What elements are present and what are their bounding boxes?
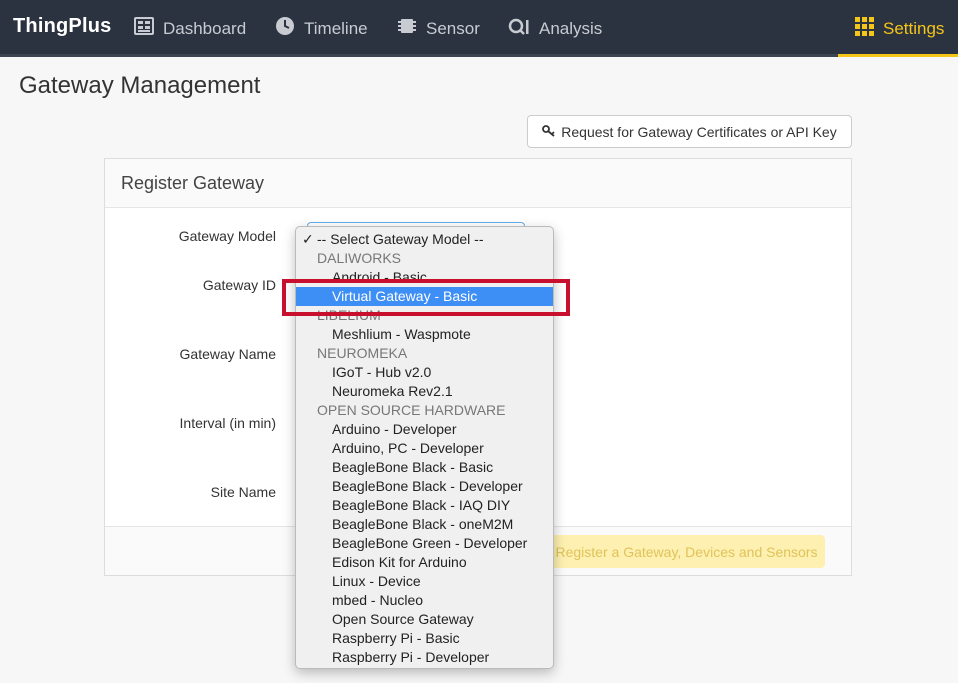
panel-title: Register Gateway	[105, 159, 851, 208]
dropdown-option[interactable]: BeagleBone Black - Developer	[296, 477, 553, 496]
option-label: Meshlium - Waspmote	[332, 326, 471, 342]
dropdown-option[interactable]: mbed - Nucleo	[296, 591, 553, 610]
option-label: Neuromeka Rev2.1	[332, 383, 453, 399]
site-name-label: Site Name	[210, 484, 276, 500]
interval-label: Interval (in min)	[179, 415, 276, 431]
dropdown-option[interactable]: Arduino, PC - Developer	[296, 439, 553, 458]
page-title: Gateway Management	[19, 72, 261, 99]
option-label: Raspberry Pi - Basic	[332, 630, 460, 646]
option-label: BeagleBone Black - IAQ DIY	[332, 497, 511, 513]
nav-label-timeline: Timeline	[304, 18, 368, 38]
option-label: IGoT - Hub v2.0	[332, 364, 432, 380]
option-label: BeagleBone Black - Developer	[332, 478, 523, 494]
dropdown-group-header: DALIWORKS	[296, 249, 553, 268]
option-label: Edison Kit for Arduino	[332, 554, 467, 570]
option-label: -- Select Gateway Model --	[317, 231, 484, 247]
dropdown-option[interactable]: Arduino - Developer	[296, 420, 553, 439]
option-label: BeagleBone Black - oneM2M	[332, 516, 514, 532]
nav-item-analysis[interactable]: Analysis	[508, 0, 602, 57]
analysis-icon	[508, 17, 530, 40]
brand-logo[interactable]: ThingPlus	[13, 15, 111, 38]
nav-item-timeline[interactable]: Timeline	[275, 0, 368, 57]
gateway-model-label: Gateway Model	[178, 228, 276, 244]
settings-active-indicator	[838, 54, 958, 57]
dropdown-option[interactable]: Open Source Gateway	[296, 610, 553, 629]
option-label: DALIWORKS	[317, 250, 402, 266]
request-certificates-button[interactable]: Request for Gateway Certificates or API …	[527, 115, 852, 148]
option-label: NEUROMEKA	[317, 345, 408, 361]
highlight-annotation	[282, 279, 570, 316]
checkmark-icon: ✓	[302, 231, 314, 247]
dropdown-group-header: NEUROMEKA	[296, 344, 553, 363]
option-label: Open Source Gateway	[332, 611, 474, 627]
option-label: Arduino, PC - Developer	[332, 440, 484, 456]
dropdown-option[interactable]: Raspberry Pi - Developer	[296, 648, 553, 667]
option-label: Raspberry Pi - Developer	[332, 649, 490, 665]
nav-label-settings: Settings	[883, 18, 945, 38]
dropdown-option[interactable]: Linux - Device	[296, 572, 553, 591]
dropdown-option[interactable]: Edison Kit for Arduino	[296, 553, 553, 572]
nav-item-dashboard[interactable]: Dashboard	[134, 0, 246, 57]
nav-label-dashboard: Dashboard	[163, 18, 247, 38]
dropdown-option[interactable]: BeagleBone Black - IAQ DIY	[296, 496, 553, 515]
option-label: Arduino - Developer	[332, 421, 457, 437]
grid-icon	[855, 16, 874, 41]
request-certificates-label: Request for Gateway Certificates or API …	[561, 123, 837, 140]
option-label: OPEN SOURCE HARDWARE	[317, 402, 506, 418]
option-label: Linux - Device	[332, 573, 421, 589]
option-label: mbed - Nucleo	[332, 592, 424, 608]
dropdown-option[interactable]: IGoT - Hub v2.0	[296, 363, 553, 382]
nav-label-analysis: Analysis	[539, 18, 603, 38]
gateway-id-label: Gateway ID	[202, 277, 276, 293]
dashboard-icon	[134, 17, 154, 40]
chip-icon	[397, 16, 417, 41]
dropdown-option[interactable]: BeagleBone Black - oneM2M	[296, 515, 553, 534]
dropdown-option[interactable]: Raspberry Pi - Basic	[296, 629, 553, 648]
option-label: BeagleBone Black - Basic	[332, 459, 494, 475]
dropdown-group-header: OPEN SOURCE HARDWARE	[296, 401, 553, 420]
clock-icon	[275, 16, 295, 41]
dropdown-option[interactable]: ✓ -- Select Gateway Model --	[296, 230, 553, 249]
nav-label-sensor: Sensor	[426, 18, 480, 38]
key-icon	[542, 124, 556, 140]
dropdown-option[interactable]: BeagleBone Black - Basic	[296, 458, 553, 477]
gateway-name-label: Gateway Name	[179, 346, 276, 362]
dropdown-option[interactable]: BeagleBone Green - Developer	[296, 534, 553, 553]
top-navbar: ThingPlus Dashboard Timeline Sensor Anal…	[0, 0, 958, 57]
option-label: BeagleBone Green - Developer	[332, 535, 528, 551]
nav-item-settings[interactable]: Settings	[855, 0, 944, 57]
nav-item-sensor[interactable]: Sensor	[397, 0, 480, 57]
register-gateway-button[interactable]: Register a Gateway, Devices and Sensors	[548, 535, 825, 568]
dropdown-option[interactable]: Neuromeka Rev2.1	[296, 382, 553, 401]
dropdown-option[interactable]: Meshlium - Waspmote	[296, 325, 553, 344]
